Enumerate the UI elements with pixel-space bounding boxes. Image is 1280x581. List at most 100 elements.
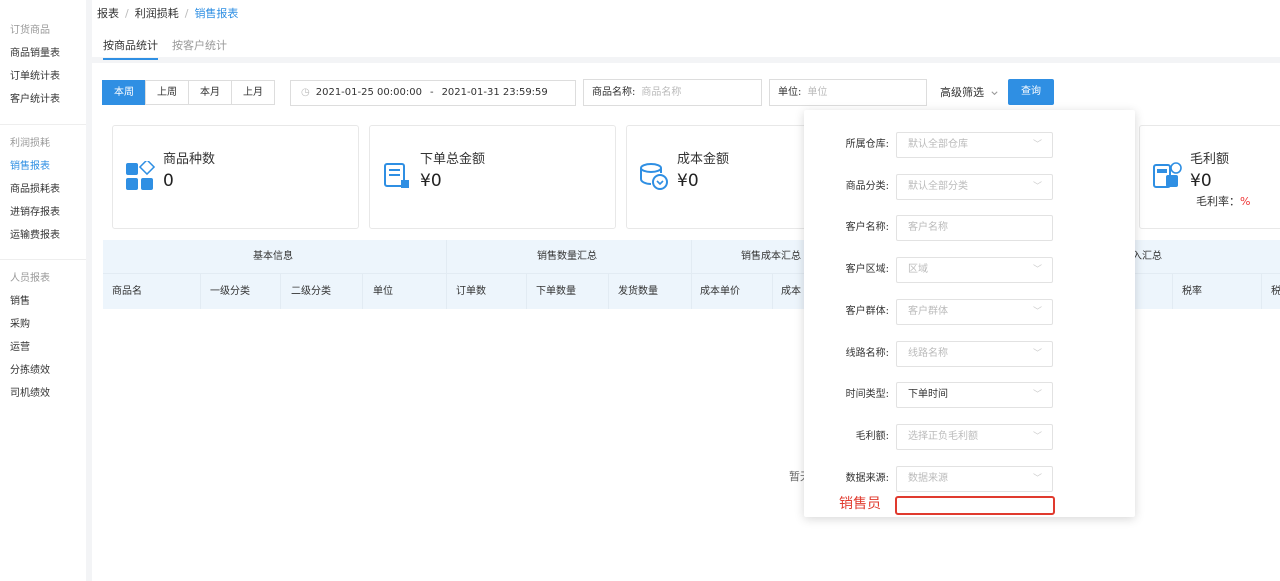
card-gross-profit: 毛利额 ¥0 毛利率：%: [1139, 125, 1280, 229]
group-sales-qty: 销售数量汇总: [537, 251, 597, 262]
col-cost[interactable]: 成本: [781, 274, 801, 310]
time-type-select[interactable]: 下单时间 ﹀: [896, 382, 1053, 408]
sidebar-item-sorting[interactable]: 分拣绩效: [10, 359, 86, 382]
breadcrumb-profit-loss[interactable]: 利润损耗: [135, 7, 179, 20]
sidebar-item-inventory-report[interactable]: 进销存报表: [10, 201, 86, 224]
tab-by-customer[interactable]: 按客户统计: [172, 37, 227, 53]
date-end: 2021-01-31 23:59:59: [441, 87, 548, 98]
source-value: 数据来源: [908, 473, 948, 484]
card-title: 成本金额: [677, 152, 730, 167]
card-value: ¥0: [677, 171, 699, 191]
gross-value: 选择正负毛利额: [908, 431, 978, 442]
product-name-field[interactable]: 商品名称: 商品名称: [583, 79, 762, 106]
sidebar-item-loss-report[interactable]: 商品损耗表: [10, 178, 86, 201]
date-range-picker[interactable]: ◷ 2021-01-25 00:00:00-2021-01-31 23:59:59: [290, 80, 576, 106]
col-category-1[interactable]: 一级分类: [210, 274, 250, 310]
gross-margin: 毛利率：%: [1196, 193, 1250, 209]
warehouse-select[interactable]: 默认全部仓库 ﹀: [896, 132, 1053, 158]
grid-icon: [126, 161, 155, 190]
breadcrumb-reports[interactable]: 报表: [97, 7, 119, 20]
filter-row-source: 数据来源: 数据来源 ﹀: [804, 466, 1135, 492]
sidebar-group-staff: 人员报表 销售 采购 运营 分拣绩效 司机绩效: [0, 268, 86, 405]
sidebar-item-driver[interactable]: 司机绩效: [10, 382, 86, 405]
card-product-count: 商品种数 0: [112, 125, 359, 229]
period-button-group: 本周 上周 本月 上月: [102, 80, 275, 105]
chevron-down-icon: ﹀: [1032, 349, 1042, 359]
breadcrumb-separator: /: [184, 7, 189, 20]
sidebar-item-order-stats[interactable]: 订单统计表: [10, 65, 86, 88]
unit-field[interactable]: 单位: 单位: [769, 79, 927, 106]
region-label: 客户区域:: [845, 264, 889, 275]
category-label: 商品分类:: [845, 181, 889, 192]
chevron-down-icon: ﹀: [1032, 474, 1042, 484]
chevron-down-icon: ﹀: [1032, 390, 1042, 400]
last-month-button[interactable]: 上月: [231, 80, 275, 105]
salesperson-input[interactable]: [895, 496, 1055, 515]
gross-margin-value: %: [1240, 195, 1251, 208]
category-select[interactable]: 默认全部分类 ﹀: [896, 174, 1053, 200]
card-value: ¥0: [1190, 171, 1212, 191]
col-category-2[interactable]: 二级分类: [291, 274, 331, 310]
sidebar-item-customer-stats[interactable]: 客户统计表: [10, 88, 86, 111]
advanced-filter-label: 高级筛选: [940, 86, 984, 99]
col-order-qty[interactable]: 下单数量: [536, 274, 576, 310]
col-unit[interactable]: 单位: [373, 274, 393, 310]
column-divider: [526, 274, 527, 309]
tab-by-product[interactable]: 按商品统计: [103, 37, 158, 60]
salesperson-label: 销售员: [839, 496, 881, 512]
chevron-down-icon: ﹀: [1032, 182, 1042, 192]
route-select[interactable]: 线路名称 ﹀: [896, 341, 1053, 367]
col-product-name[interactable]: 商品名: [112, 274, 142, 310]
calculator-icon: [1153, 162, 1182, 188]
source-label: 数据来源:: [845, 473, 889, 484]
filter-row-route: 线路名称: 线路名称 ﹀: [804, 341, 1135, 367]
card-title: 下单总金额: [420, 152, 486, 167]
sidebar-divider: [0, 259, 86, 260]
card-title: 商品种数: [163, 152, 216, 167]
region-select[interactable]: 区域 ﹀: [896, 257, 1053, 283]
card-value: 0: [163, 171, 174, 191]
route-label: 线路名称:: [845, 348, 889, 359]
customer-name-input[interactable]: 客户名称: [896, 215, 1053, 241]
column-divider: [200, 274, 201, 309]
this-week-button[interactable]: 本周: [102, 80, 146, 105]
sidebar-item-purchase[interactable]: 采购: [10, 313, 86, 336]
column-divider: [1172, 274, 1173, 309]
col-order-count[interactable]: 订单数: [456, 274, 486, 310]
chevron-down-icon: ﹀: [1032, 307, 1042, 317]
customer-group-select[interactable]: 客户群体 ﹀: [896, 299, 1053, 325]
sidebar-item-operations[interactable]: 运营: [10, 336, 86, 359]
date-separator: -: [429, 87, 434, 98]
unit-placeholder: 单位: [807, 87, 828, 98]
product-name-placeholder: 商品名称: [641, 87, 682, 98]
card-title: 毛利额: [1190, 152, 1230, 167]
warehouse-value: 默认全部仓库: [908, 139, 968, 150]
unit-label: 单位:: [778, 87, 802, 98]
sidebar-item-freight-report[interactable]: 运输费报表: [10, 224, 86, 247]
sidebar-divider: [0, 124, 86, 125]
col-cost-price[interactable]: 成本单价: [700, 274, 740, 310]
last-week-button[interactable]: 上周: [145, 80, 189, 105]
advanced-filter-toggle[interactable]: 高级筛选: [940, 80, 999, 105]
sidebar-item-sales-report[interactable]: 销售报表: [10, 155, 86, 178]
chevron-down-icon: [990, 90, 998, 95]
receipt-icon: [384, 163, 409, 188]
filter-row-gross: 毛利额: 选择正负毛利额 ﹀: [804, 424, 1135, 450]
column-divider: [362, 274, 363, 309]
coins-icon: [640, 163, 668, 190]
date-start: 2021-01-25 00:00:00: [315, 87, 422, 98]
filter-row-category: 商品分类: 默认全部分类 ﹀: [804, 174, 1135, 200]
data-source-select[interactable]: 数据来源 ﹀: [896, 466, 1053, 492]
column-divider: [691, 274, 692, 309]
query-button[interactable]: 查询: [1008, 79, 1054, 105]
breadcrumb: 报表 / 利润损耗 / 销售报表: [97, 0, 238, 27]
sidebar-item-product-sales[interactable]: 商品销量表: [10, 42, 86, 65]
this-month-button[interactable]: 本月: [188, 80, 232, 105]
gross-profit-select[interactable]: 选择正负毛利额 ﹀: [896, 424, 1053, 450]
col-tax-rate[interactable]: 税率: [1182, 274, 1202, 310]
filter-row-group: 客户群体: 客户群体 ﹀: [804, 299, 1135, 325]
filter-row-warehouse: 所属仓库: 默认全部仓库 ﹀: [804, 132, 1135, 158]
sidebar-item-sales[interactable]: 销售: [10, 290, 86, 313]
col-ship-qty[interactable]: 发货数量: [618, 274, 658, 310]
col-tax[interactable]: 税: [1271, 274, 1280, 310]
